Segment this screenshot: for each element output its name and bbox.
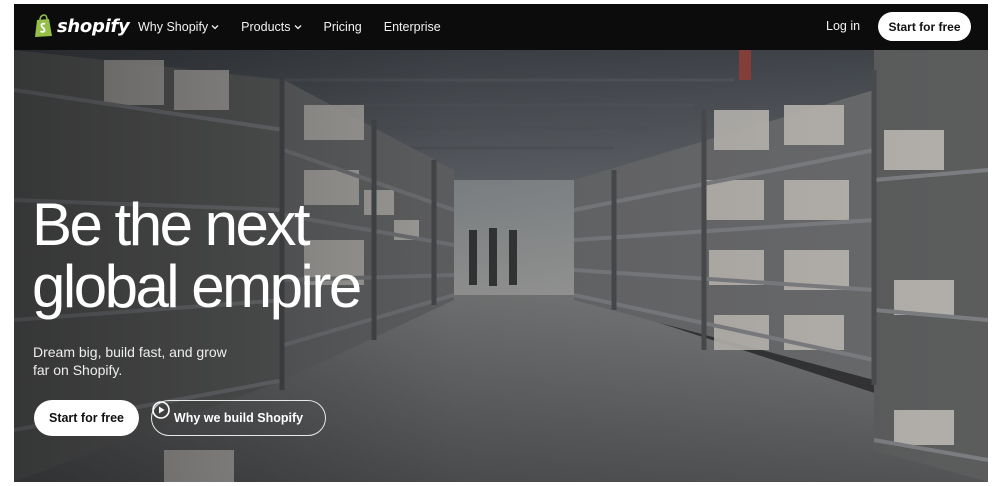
chevron-down-icon — [211, 25, 219, 30]
nav-enterprise-label: Enterprise — [383, 20, 441, 34]
nav-pricing-label: Pricing — [323, 20, 362, 34]
nav-links: Why Shopify Products Pricing Enterprise — [138, 4, 463, 50]
why-we-build-button[interactable]: Why we build Shopify — [151, 400, 326, 436]
nav-products-label: Products — [241, 20, 291, 34]
play-circle-icon — [152, 401, 170, 419]
why-we-build-label: Why we build Shopify — [173, 411, 304, 425]
browser-viewport: shopify Why Shopify Products Pricing Ent… — [14, 4, 988, 482]
hero-section: Be the next global empire Dream big, bui… — [14, 50, 988, 482]
nav-why-shopify[interactable]: Why Shopify — [138, 20, 219, 34]
shopify-bag-icon — [35, 14, 52, 37]
nav-products[interactable]: Products — [241, 20, 301, 34]
login-link[interactable]: Log in — [826, 19, 860, 33]
chevron-down-icon — [294, 25, 301, 30]
shopify-logo[interactable]: shopify — [34, 14, 130, 38]
headline-line-1: Be the next — [32, 191, 311, 258]
hero-subtext: Dream big, build fast, and grow far on S… — [33, 344, 227, 378]
headline-line-2: global empire — [32, 253, 362, 320]
top-navigation: shopify Why Shopify Products Pricing Ent… — [14, 4, 988, 50]
nav-pricing[interactable]: Pricing — [324, 20, 362, 34]
hero-headline: Be the next global empire — [32, 191, 362, 320]
logo-wordmark: shopify — [57, 15, 130, 37]
hero-start-free-button[interactable]: Start for free — [34, 400, 139, 436]
nav-why-shopify-label: Why Shopify — [138, 20, 209, 34]
nav-enterprise[interactable]: Enterprise — [384, 20, 441, 34]
nav-start-free-button[interactable]: Start for free — [878, 12, 971, 41]
